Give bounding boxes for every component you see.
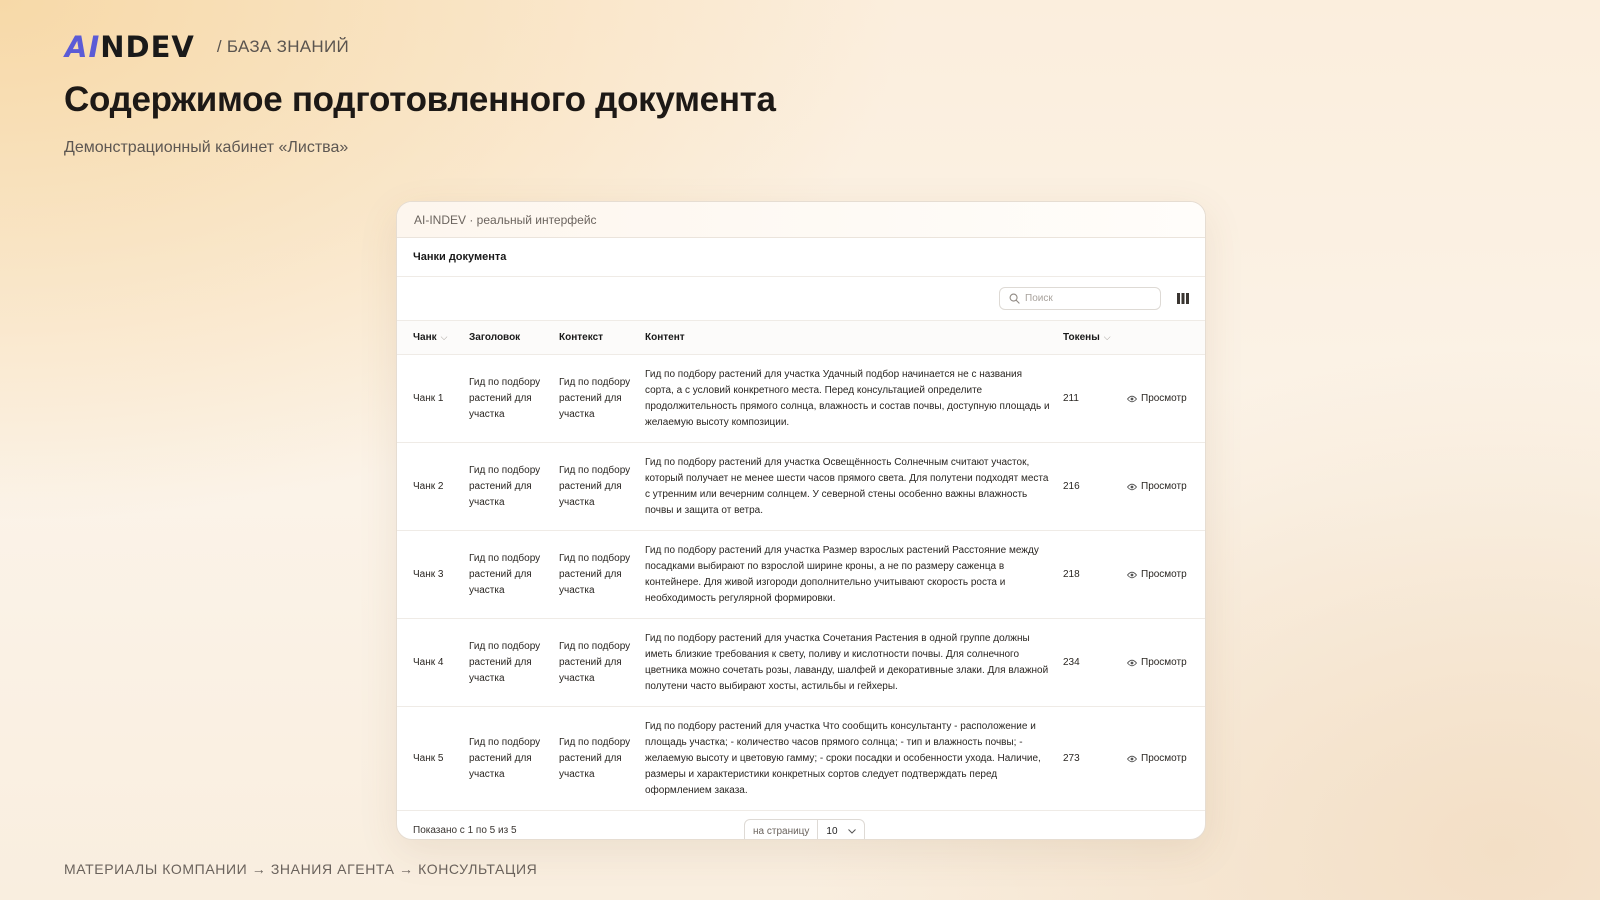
page-size-control: на страницу 10 xyxy=(744,819,865,839)
cell-chunk: Чанк 1 xyxy=(413,392,444,404)
table-toolbar xyxy=(397,277,1205,320)
app-window: AI-INDEV · реальный интерфейс Чанки доку… xyxy=(396,201,1206,840)
cell-chunk: Чанк 2 xyxy=(413,480,444,492)
cell-context: Гид по подбору растений для участка xyxy=(559,552,631,596)
cell-heading: Гид по подбору растений для участка xyxy=(469,736,541,780)
view-button[interactable]: Просмотр xyxy=(1127,391,1205,407)
cell-context: Гид по подбору растений для участка xyxy=(559,640,631,684)
cell-tokens: 216 xyxy=(1063,480,1080,492)
top-bar: AI NDEV / БАЗА ЗНАНИЙ xyxy=(65,32,349,62)
cell-tokens: 218 xyxy=(1063,568,1080,580)
cell-chunk: Чанк 5 xyxy=(413,752,444,764)
cell-content: Гид по подбору растений для участка Осве… xyxy=(645,456,1049,516)
cell-content: Гид по подбору растений для участка Соче… xyxy=(645,632,1049,692)
column-header-chunk[interactable]: Чанк ⌵ xyxy=(397,332,469,343)
section-title: Чанки документа xyxy=(397,238,1205,277)
chevron-down-icon: ⌵ xyxy=(440,332,448,342)
search-icon xyxy=(1009,293,1020,304)
table-row: Чанк 3 Гид по подбору растений для участ… xyxy=(397,531,1205,619)
eye-icon xyxy=(1127,483,1137,490)
cell-heading: Гид по подбору растений для участка xyxy=(469,640,541,684)
cell-content: Гид по подбору растений для участка Что … xyxy=(645,720,1041,796)
company-logo: AI NDEV xyxy=(65,29,195,64)
cell-chunk: Чанк 4 xyxy=(413,656,444,668)
view-button[interactable]: Просмотр xyxy=(1127,479,1205,495)
logo-ai-part: AI xyxy=(65,29,101,64)
page-size-select[interactable]: 10 xyxy=(818,820,863,839)
column-label-chunk: Чанк xyxy=(413,332,437,343)
column-header-context: Контекст xyxy=(559,332,645,343)
cell-context: Гид по подбору растений для участка xyxy=(559,464,631,508)
cell-content: Гид по подбору растений для участка Удач… xyxy=(645,368,1050,428)
page-subtitle: Демонстрационный кабинет «Листва» xyxy=(64,139,349,156)
view-button-label: Просмотр xyxy=(1141,568,1187,580)
view-button-label: Просмотр xyxy=(1141,752,1187,764)
column-label-content: Контент xyxy=(645,332,685,343)
eye-icon xyxy=(1127,571,1137,578)
view-button-label: Просмотр xyxy=(1141,656,1187,668)
table-row: Чанк 5 Гид по подбору растений для участ… xyxy=(397,707,1205,811)
column-label-tokens: Токены xyxy=(1063,332,1100,343)
logo-text-part: NDEV xyxy=(100,29,195,64)
view-button[interactable]: Просмотр xyxy=(1127,567,1205,583)
cell-tokens: 234 xyxy=(1063,656,1080,668)
window-title-bar: AI-INDEV · реальный интерфейс xyxy=(397,202,1205,238)
view-button[interactable]: Просмотр xyxy=(1127,655,1205,671)
cell-tokens: 273 xyxy=(1063,752,1080,764)
cell-heading: Гид по подбору растений для участка xyxy=(469,552,541,596)
cell-context: Гид по подбору растений для участка xyxy=(559,736,631,780)
breadcrumb: / БАЗА ЗНАНИЙ xyxy=(216,37,350,56)
view-button-label: Просмотр xyxy=(1141,392,1187,404)
footer-caption: МАТЕРИАЛЫ КОМПАНИИ → ЗНАНИЯ АГЕНТА → КОН… xyxy=(64,861,538,877)
eye-icon xyxy=(1127,755,1137,762)
table-row: Чанк 1 Гид по подбору растений для участ… xyxy=(397,355,1205,443)
view-button-label: Просмотр xyxy=(1141,480,1187,492)
pagination-summary: Показано с 1 по 5 из 5 xyxy=(413,825,517,836)
view-button[interactable]: Просмотр xyxy=(1127,751,1205,767)
table-footer: Показано с 1 по 5 из 5 на страницу 10 xyxy=(397,811,1205,839)
columns-toggle-button[interactable] xyxy=(1175,291,1191,307)
search-input[interactable] xyxy=(1025,293,1145,304)
cell-heading: Гид по подбору растений для участка xyxy=(469,464,541,508)
column-label-context: Контекст xyxy=(559,332,604,343)
eye-icon xyxy=(1127,395,1137,402)
cell-chunk: Чанк 3 xyxy=(413,568,444,580)
section-title-text: Чанки документа xyxy=(413,251,507,263)
search-box[interactable] xyxy=(999,287,1161,310)
chevron-down-icon xyxy=(847,829,856,834)
column-header-heading: Заголовок xyxy=(469,332,559,343)
chevron-down-icon: ⌵ xyxy=(1103,332,1111,342)
eye-icon xyxy=(1127,659,1137,666)
column-label-heading: Заголовок xyxy=(469,332,521,343)
page-title: Содержимое подготовленного документа xyxy=(64,80,776,119)
table-header: Чанк ⌵ Заголовок Контекст Контент Токены ⌵ xyxy=(397,320,1205,355)
table-row: Чанк 2 Гид по подбору растений для участ… xyxy=(397,443,1205,531)
table-row: Чанк 4 Гид по подбору растений для участ… xyxy=(397,619,1205,707)
cell-content: Гид по подбору растений для участка Разм… xyxy=(645,544,1039,604)
cell-heading: Гид по подбору растений для участка xyxy=(469,376,541,420)
column-header-content: Контент xyxy=(645,332,1063,343)
column-header-tokens[interactable]: Токены ⌵ xyxy=(1063,332,1127,343)
page-size-label: на страницу xyxy=(745,820,819,839)
cell-context: Гид по подбору растений для участка xyxy=(559,376,631,420)
window-title: AI-INDEV · реальный интерфейс xyxy=(414,212,597,227)
page-size-value: 10 xyxy=(826,826,838,837)
cell-tokens: 211 xyxy=(1063,392,1079,404)
columns-icon xyxy=(1177,293,1189,304)
